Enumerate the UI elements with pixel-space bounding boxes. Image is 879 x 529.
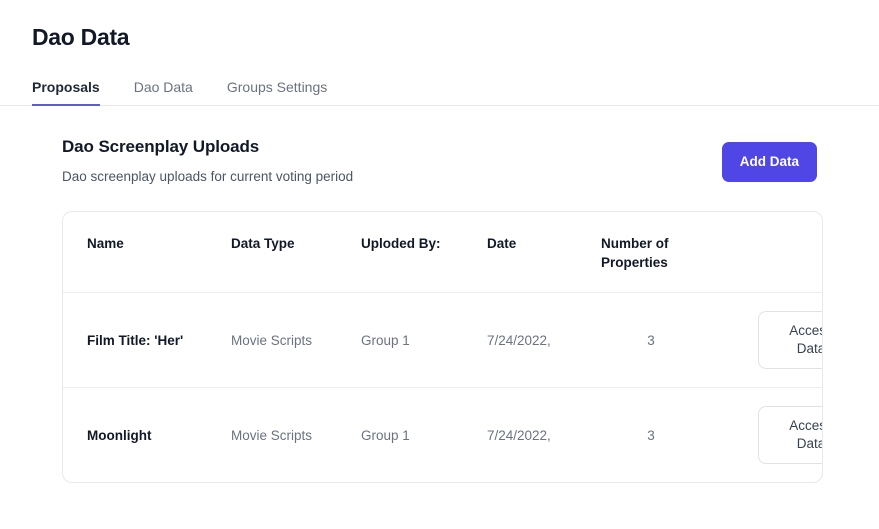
tab-bar: Proposals Dao Data Groups Settings bbox=[0, 78, 879, 106]
access-data-button[interactable]: Access Data bbox=[757, 406, 822, 464]
uploads-table: Name Data Type Uploded By: Date Number o… bbox=[63, 212, 822, 482]
page-title: Dao Data bbox=[32, 24, 130, 50]
cell-data-type: Movie Scripts bbox=[221, 387, 351, 482]
cell-date: 7/24/2022, bbox=[477, 387, 591, 482]
table-header-row: Name Data Type Uploded By: Date Number o… bbox=[63, 212, 822, 293]
page-header: Dao Data bbox=[0, 0, 879, 52]
add-data-button[interactable]: Add Data bbox=[721, 142, 817, 182]
cell-name: Film Title: 'Her' bbox=[63, 292, 221, 388]
tab-proposals[interactable]: Proposals bbox=[32, 79, 100, 106]
table-row: Film Title: 'Her' Movie Scripts Group 1 … bbox=[63, 292, 822, 388]
cell-uploaded-by: Group 1 bbox=[351, 292, 477, 388]
column-header-number-of-properties: Number of Properties bbox=[601, 236, 669, 270]
column-header-name: Name bbox=[87, 236, 124, 251]
cell-number-of-properties: 3 bbox=[591, 387, 711, 482]
tab-groups-settings[interactable]: Groups Settings bbox=[227, 79, 327, 106]
column-header-actions bbox=[711, 212, 822, 293]
section-subtitle: Dao screenplay uploads for current votin… bbox=[62, 169, 354, 184]
cell-actions: Access Data bbox=[711, 292, 822, 388]
cell-name: Moonlight bbox=[63, 387, 221, 482]
uploads-section: Dao Screenplay Uploads Dao screenplay up… bbox=[0, 106, 879, 483]
cell-uploaded-by: Group 1 bbox=[351, 387, 477, 482]
section-heading-group: Dao Screenplay Uploads Dao screenplay up… bbox=[62, 136, 353, 186]
cell-actions: Access Data bbox=[711, 387, 822, 482]
table-body: Film Title: 'Her' Movie Scripts Group 1 … bbox=[63, 292, 822, 482]
cell-data-type: Movie Scripts bbox=[221, 292, 351, 388]
column-header-data-type: Data Type bbox=[231, 236, 295, 251]
tab-dao-data[interactable]: Dao Data bbox=[134, 79, 193, 106]
section-title: Dao Screenplay Uploads bbox=[62, 137, 260, 156]
column-header-date: Date bbox=[487, 236, 517, 251]
table-head: Name Data Type Uploded By: Date Number o… bbox=[63, 212, 822, 293]
uploads-table-card: Name Data Type Uploded By: Date Number o… bbox=[62, 211, 823, 483]
cell-date: 7/24/2022, bbox=[477, 292, 591, 388]
access-data-button[interactable]: Access Data bbox=[757, 311, 822, 369]
column-header-uploaded-by: Uploded By: bbox=[361, 236, 441, 251]
section-header: Dao Screenplay Uploads Dao screenplay up… bbox=[62, 136, 823, 186]
table-row: Moonlight Movie Scripts Group 1 7/24/202… bbox=[63, 387, 822, 482]
cell-number-of-properties: 3 bbox=[591, 292, 711, 388]
